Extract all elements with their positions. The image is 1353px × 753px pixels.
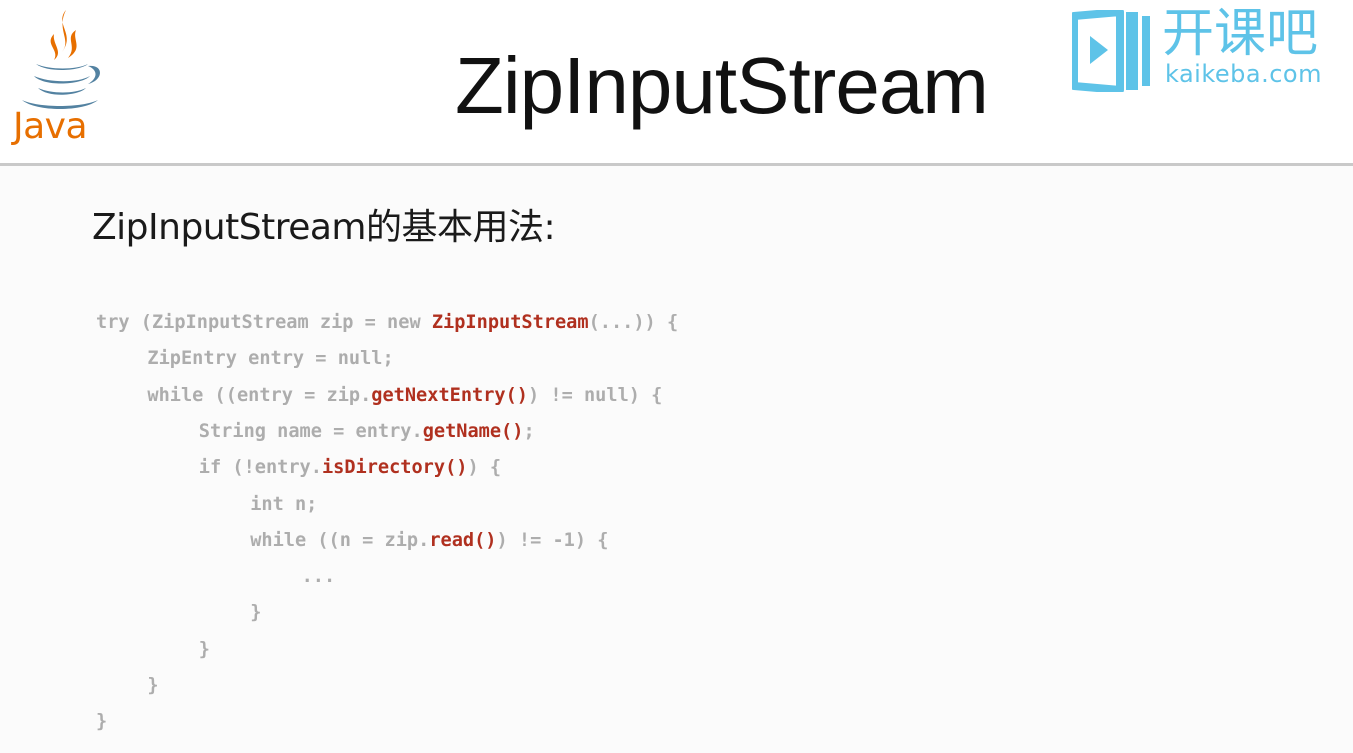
code-text: ) != null) { bbox=[528, 384, 663, 406]
code-text: if (!entry. bbox=[198, 457, 322, 479]
code-text: ) != -1) { bbox=[496, 529, 609, 551]
code-line: while ((entry = zip.getNextEntry()) != n… bbox=[147, 381, 662, 411]
code-line: } bbox=[96, 707, 107, 737]
slide-subtitle: ZipInputStream的基本用法: bbox=[92, 207, 556, 248]
code-method-highlight: getName() bbox=[422, 420, 524, 442]
code-text: } bbox=[198, 638, 210, 660]
code-text: while ((entry = zip. bbox=[147, 384, 372, 406]
code-text: } bbox=[147, 675, 159, 696]
header-divider bbox=[0, 163, 1353, 166]
code-text: while ((n = zip. bbox=[250, 529, 430, 551]
slide-header: Java ZipInputStream 开课吧 kaikeba.com bbox=[0, 0, 1353, 163]
code-line: } bbox=[199, 635, 210, 665]
code-text: int n; bbox=[250, 493, 318, 515]
code-text: try (ZipInputStream zip = new bbox=[96, 312, 432, 333]
code-method-highlight: read() bbox=[429, 529, 497, 551]
code-line: try (ZipInputStream zip = new ZipInputSt… bbox=[96, 308, 678, 338]
code-line: ... bbox=[302, 562, 336, 592]
code-method-highlight: getNextEntry() bbox=[371, 384, 529, 406]
code-text: ... bbox=[301, 566, 336, 588]
brand-name-cn: 开课吧 bbox=[1162, 4, 1319, 64]
code-method-highlight: ZipInputStream bbox=[431, 312, 589, 333]
code-line: while ((n = zip.read()) != -1) { bbox=[250, 526, 608, 556]
code-text: ZipEntry entry = null; bbox=[147, 348, 394, 370]
code-text: String name = entry. bbox=[198, 420, 423, 442]
code-method-highlight: isDirectory() bbox=[321, 457, 468, 479]
slide: Java ZipInputStream 开课吧 kaikeba.com ZipI… bbox=[0, 0, 1353, 753]
code-line: if (!entry.isDirectory()) { bbox=[199, 453, 501, 483]
code-text: ; bbox=[523, 420, 535, 442]
code-line: int n; bbox=[250, 490, 317, 520]
code-line: } bbox=[147, 671, 158, 701]
code-text: ) { bbox=[467, 457, 502, 479]
code-line: } bbox=[250, 598, 261, 628]
brand-name-en: kaikeba.com bbox=[1165, 60, 1322, 88]
code-text: } bbox=[250, 602, 262, 624]
code-line: ZipEntry entry = null; bbox=[147, 344, 393, 374]
kaikeba-logo-icon bbox=[1072, 10, 1150, 92]
code-text: } bbox=[96, 711, 108, 733]
code-line: String name = entry.getName(); bbox=[199, 417, 535, 447]
code-text: (...)) { bbox=[588, 312, 679, 333]
